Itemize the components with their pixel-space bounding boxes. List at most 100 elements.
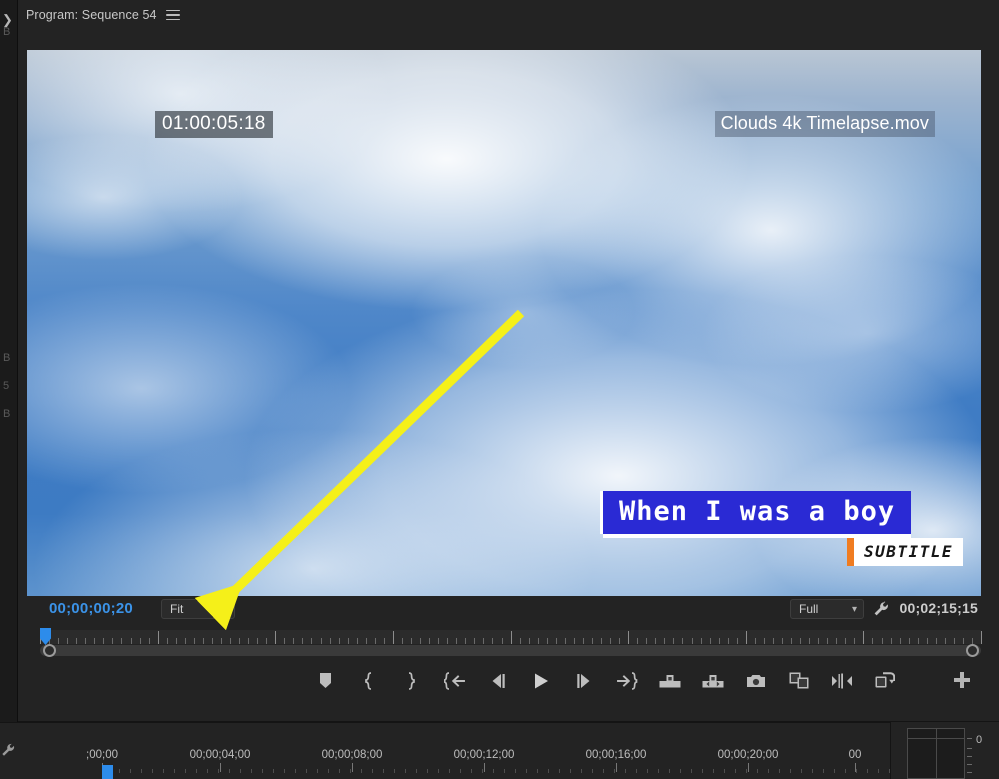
timeline-minor-tick [361, 769, 362, 773]
timeline-minor-tick [174, 769, 175, 773]
chevron-right-icon[interactable]: ❯ [2, 13, 13, 26]
monitor-info-bar: 00;00;00;20 Fit ▾ Full ▾ 00;02;15;15 [27, 598, 981, 624]
timeline-minor-tick [273, 769, 274, 773]
zoom-level-value: Fit [170, 602, 184, 616]
timeline-minor-tick [768, 769, 769, 773]
timeline-minor-tick [394, 769, 395, 773]
timeline-minor-tick [724, 769, 725, 773]
step-back-button[interactable] [485, 668, 510, 693]
timeline-minor-tick [306, 769, 307, 773]
timeline-minor-tick [713, 769, 714, 773]
timeline-minor-tick [350, 769, 351, 773]
playback-resolution-dropdown[interactable]: Full ▾ [790, 599, 864, 619]
timeline-ruler[interactable]: ;00;00 00;00;04;00 00;00;08;00 00;00;12;00 0… [0, 723, 890, 779]
timeline-minor-tick [427, 769, 428, 773]
timeline-minor-tick [449, 769, 450, 773]
timeline-minor-tick [482, 769, 483, 773]
timeline-minor-tick [262, 769, 263, 773]
timeline-tick-label: 00 [848, 749, 862, 761]
current-timecode[interactable]: 00;00;00;20 [49, 600, 133, 617]
timeline-minor-tick [141, 769, 142, 773]
extract-button[interactable] [700, 668, 725, 693]
safe-margins-button[interactable] [872, 668, 897, 693]
chevron-down-icon: ▾ [851, 603, 857, 615]
timeline-minor-tick [416, 769, 417, 773]
scrub-zoom-track[interactable] [40, 645, 981, 656]
timeline-tick-label: ;00;00 [86, 749, 118, 761]
video-preview-canvas[interactable]: 01:00:05:18 Clouds 4k Timelapse.mov When… [27, 50, 981, 596]
timeline-minor-tick [867, 769, 868, 773]
timeline-minor-tick [537, 769, 538, 773]
timeline-panel[interactable]: ;00;00 00;00;04;00 00;00;08;00 00;00;12;00 0… [0, 722, 890, 779]
timeline-minor-tick [779, 769, 780, 773]
timeline-minor-tick [383, 769, 384, 773]
export-frame-button[interactable] [743, 668, 768, 693]
page-title: Program: Sequence 54 [26, 8, 157, 22]
program-monitor-panel: Program: Sequence 54 01:00:05:18 Clouds … [18, 0, 999, 722]
zoom-handle-right-icon[interactable] [966, 644, 979, 657]
timeline-minor-tick [130, 769, 131, 773]
timeline-minor-tick [592, 769, 593, 773]
wrench-icon[interactable] [872, 600, 890, 618]
timeline-minor-tick [229, 769, 230, 773]
timeline-minor-tick [702, 769, 703, 773]
timeline-minor-tick [504, 769, 505, 773]
collapsed-panel-strip[interactable]: ❯ B B 5 B [0, 0, 18, 722]
mark-out-button[interactable] [399, 668, 424, 693]
subtitle-graphic[interactable]: When I was a boy SUBTITLE [603, 491, 964, 566]
timeline-minor-tick [856, 769, 857, 773]
audio-meter-scale: 0 [967, 728, 997, 779]
zoom-level-dropdown[interactable]: Fit ▾ [161, 599, 235, 619]
timeline-minor-tick [152, 769, 153, 773]
timeline-minor-tick [207, 769, 208, 773]
timeline-tick-label: 00;00;08;00 [321, 749, 383, 761]
subtitle-tag-row: SUBTITLE [603, 538, 964, 566]
timeline-minor-tick [163, 769, 164, 773]
timeline-minor-tick [295, 769, 296, 773]
timeline-minor-tick [658, 769, 659, 773]
play-stop-button[interactable] [528, 668, 553, 693]
audio-meters-panel[interactable]: 0 [890, 722, 999, 779]
duration-timecode[interactable]: 00;02;15;15 [900, 600, 978, 616]
timeline-minor-tick [669, 769, 670, 773]
mark-in-button[interactable] [356, 668, 381, 693]
timeline-minor-tick [691, 769, 692, 773]
meter-channel-divider [936, 729, 937, 778]
timeline-minor-tick [614, 769, 615, 773]
timeline-minor-tick [735, 769, 736, 773]
step-forward-button[interactable] [571, 668, 596, 693]
timeline-minor-tick [317, 769, 318, 773]
timeline-minor-tick [218, 769, 219, 773]
lift-button[interactable] [657, 668, 682, 693]
clipped-text-fragment: B [3, 26, 11, 38]
clipped-text-fragment: B [3, 408, 11, 420]
timeline-minor-tick [834, 769, 835, 773]
scrub-bar[interactable] [40, 630, 982, 644]
timeline-minor-tick [581, 769, 582, 773]
add-marker-button[interactable] [313, 668, 338, 693]
button-editor-button[interactable] [951, 669, 973, 691]
timeline-minor-tick [845, 769, 846, 773]
wrench-icon[interactable] [0, 742, 16, 758]
timeline-playhead-icon[interactable] [102, 765, 113, 779]
audio-meter-db-label: 0 [976, 734, 983, 746]
timeline-minor-tick [812, 769, 813, 773]
timeline-tick-label: 00;00;12;00 [453, 749, 515, 761]
timeline-minor-tick [515, 769, 516, 773]
go-to-in-button[interactable] [442, 668, 467, 693]
hamburger-icon[interactable] [165, 9, 180, 21]
timeline-minor-tick [636, 769, 637, 773]
zoom-handle-left-icon[interactable] [43, 644, 56, 657]
comparison-view-button[interactable] [786, 668, 811, 693]
timeline-minor-tick [548, 769, 549, 773]
timeline-minor-tick [372, 769, 373, 773]
timeline-minor-tick [339, 769, 340, 773]
go-to-out-button[interactable] [614, 668, 639, 693]
timeline-minor-tick [328, 769, 329, 773]
multi-camera-button[interactable] [829, 668, 854, 693]
meter-cap-line [908, 738, 964, 739]
timeline-tick-label: 00;00;04;00 [189, 749, 251, 761]
timeline-minor-tick [185, 769, 186, 773]
clipped-text-fragment: 5 [3, 380, 10, 392]
timeline-minor-tick [471, 769, 472, 773]
